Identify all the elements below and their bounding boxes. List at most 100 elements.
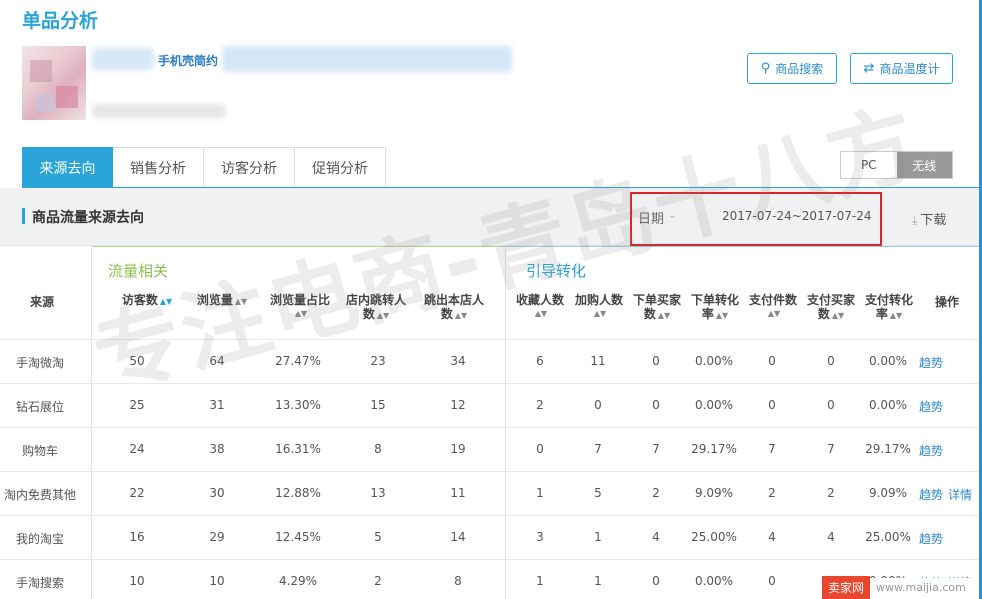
col-header-visitors-label: 访客数 [121, 293, 158, 307]
row-divider [0, 471, 982, 472]
table-cell-fav: 1 [536, 574, 544, 588]
sort-icon[interactable]: ▲▼ [510, 307, 572, 321]
table-cell-exit: 12 [450, 398, 466, 412]
tab-sales-analysis[interactable]: 销售分析 [113, 147, 204, 188]
table-cell-paid-items: 2 [768, 486, 776, 500]
table-cell-pageviews: 31 [209, 398, 225, 412]
col-header-pageviews-label: 浏览量 [196, 293, 233, 307]
table-cell-paid-conv: 9.09% [868, 486, 908, 500]
table-cell-pv-ratio: 13.30% [275, 398, 321, 412]
table-cell-paid-items: 7 [768, 442, 776, 456]
col-header-paid-conv-label: 支付转化 [864, 293, 913, 307]
table-cell-paid-buyers: 0 [827, 354, 835, 368]
col-header-in-store-jump[interactable]: 店内跳转人数 ▲▼ [338, 293, 414, 323]
table-cell-fav: 3 [536, 530, 544, 544]
product-search-button[interactable]: ⚲ 商品搜索 [747, 53, 837, 84]
download-icon: ⤓ [912, 213, 918, 227]
table-cell-fav: 6 [536, 354, 544, 368]
column-divider [505, 246, 506, 599]
table-cell-paid-items: 4 [768, 530, 776, 544]
row-divider [0, 383, 982, 384]
table-cell-pageviews: 10 [209, 574, 225, 588]
product-thumbnail[interactable] [22, 46, 86, 120]
table-cell-order-buyers: 0 [652, 574, 660, 588]
site-url: www.maijia.com [870, 577, 972, 597]
table-cell-order-conv: 9.09% [694, 486, 734, 500]
table-cell-visitors: 16 [129, 530, 145, 544]
sort-icon[interactable]: ▲▼ [570, 307, 630, 321]
table-cell-order-conv: 0.00% [694, 398, 734, 412]
table-cell-pv-ratio: 4.29% [278, 574, 318, 588]
col-header-paid-conv[interactable]: 支付转化率 ▲▼ [860, 293, 918, 323]
table-cell-fav: 0 [536, 442, 544, 456]
product-name[interactable]: 手机壳简约 [158, 52, 218, 69]
col-header-paid-buyers-label: 支付买家 [806, 293, 855, 307]
trend-link[interactable]: 趋势 [919, 486, 943, 503]
sort-icon[interactable]: ▲▼ [832, 311, 844, 320]
table-cell-paid-items: 0 [768, 574, 776, 588]
table-cell-visitors: 10 [129, 574, 145, 588]
table-cell-fav: 1 [536, 486, 544, 500]
table-cell-cart: 0 [594, 398, 602, 412]
table-cell-paid-buyers: 7 [827, 442, 835, 456]
section-accent [22, 208, 25, 224]
sort-icon[interactable]: ▲▼ [658, 311, 670, 320]
table-cell-fav: 2 [536, 398, 544, 412]
sort-icon[interactable]: ▲▼ [455, 311, 467, 320]
col-header-order-conv-label: 下单转化 [690, 293, 739, 307]
col-header-add-cart[interactable]: 加购人数 ▲▼ [568, 293, 630, 321]
col-header-exit[interactable]: 跳出本店人数 ▲▼ [416, 293, 492, 323]
col-header-pageviews[interactable]: 浏览量 ▲▼ [188, 293, 256, 309]
sort-icon[interactable]: ▲▼ [264, 307, 338, 321]
table-cell-exit: 8 [454, 574, 462, 588]
table-cell-order-conv: 0.00% [694, 354, 734, 368]
sort-icon[interactable]: ▲▼ [746, 307, 802, 321]
table-cell-visitors: 24 [129, 442, 145, 456]
table-cell-source: 手淘微淘 [15, 356, 64, 370]
traffic-group-line [92, 246, 505, 247]
column-divider [91, 246, 92, 599]
sort-icon[interactable]: ▲▼ [716, 311, 728, 320]
table-cell-cart: 11 [590, 354, 606, 368]
product-thermometer-button[interactable]: ⇄ 商品温度计 [850, 53, 953, 84]
table-cell-jump: 23 [370, 354, 386, 368]
table-cell-cart: 1 [594, 530, 602, 544]
tab-promotion-analysis[interactable]: 促销分析 [295, 147, 386, 188]
table-cell-order-buyers: 2 [652, 486, 660, 500]
device-toggle-pc[interactable]: PC [841, 152, 897, 178]
site-badge[interactable]: 卖家网 www.maijia.com [822, 575, 972, 599]
table-cell-source: 我的淘宝 [15, 532, 64, 546]
col-header-pv-ratio[interactable]: 浏览量占比 ▲▼ [262, 293, 338, 321]
col-header-source: 来源 [29, 295, 54, 309]
device-toggle-wireless[interactable]: 无线 [896, 152, 952, 178]
table-cell-paid-items: 0 [768, 354, 776, 368]
col-header-paid-buyers[interactable]: 支付买家数 ▲▼ [802, 293, 860, 323]
sort-icon[interactable]: ▲▼ [890, 311, 902, 320]
col-header-favorites[interactable]: 收藏人数 ▲▼ [508, 293, 572, 321]
tab-visitor-analysis[interactable]: 访客分析 [204, 147, 295, 188]
download-button[interactable]: ⤓ 下载 [912, 209, 946, 228]
col-header-visitors[interactable]: 访客数 ▲▼ [112, 293, 182, 309]
trend-link[interactable]: 趋势 [919, 354, 943, 371]
trend-link[interactable]: 趋势 [919, 398, 943, 415]
col-header-paid-buyers-label2: 数 [817, 307, 830, 321]
trend-link[interactable]: 趋势 [919, 442, 943, 459]
sort-icon[interactable]: ▲▼ [235, 297, 247, 306]
sort-icon[interactable]: ▲▼ [160, 297, 172, 306]
col-header-order-conv[interactable]: 下单转化率 ▲▼ [686, 293, 744, 323]
col-header-exit-label2: 数 [440, 307, 453, 321]
table-cell-paid-conv: 0.00% [868, 398, 908, 412]
table-cell-jump: 13 [370, 486, 386, 500]
table-cell-source: 钻石展位 [15, 400, 64, 414]
tab-source-destination[interactable]: 来源去向 [22, 147, 113, 188]
date-highlight-box [630, 192, 882, 246]
sort-icon[interactable]: ▲▼ [377, 311, 389, 320]
table-cell-exit: 19 [450, 442, 466, 456]
header-divider [0, 339, 982, 340]
col-header-paid-items[interactable]: 支付件数 ▲▼ [744, 293, 802, 321]
trend-link[interactable]: 趋势 [919, 530, 943, 547]
detail-link[interactable]: 详情 [948, 486, 972, 503]
col-header-order-buyers[interactable]: 下单买家数 ▲▼ [628, 293, 686, 323]
col-header-paid-items-label: 支付件数 [748, 293, 797, 307]
row-divider [0, 515, 982, 516]
